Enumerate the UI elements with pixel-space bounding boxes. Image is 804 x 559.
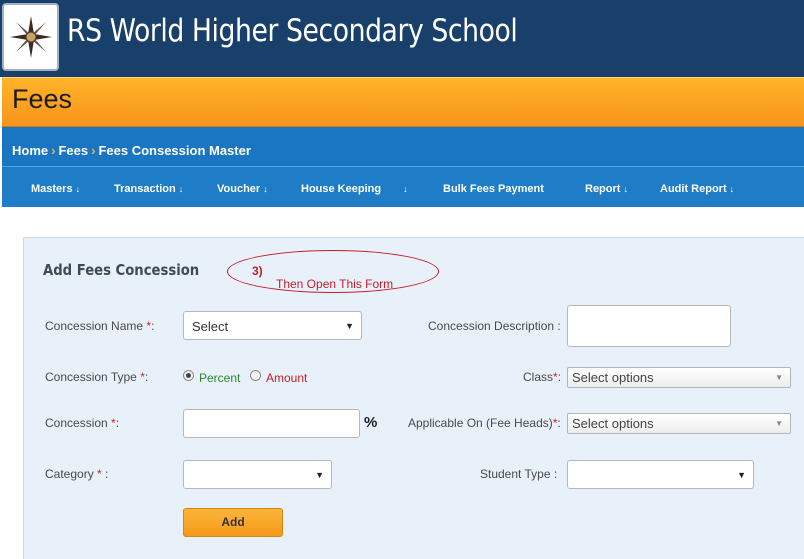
concession-type-label: Concession Type *:: [45, 370, 148, 384]
menu-label: House Keeping: [301, 183, 382, 195]
label-colon: :: [101, 467, 109, 481]
school-name: RS World Higher Secondary School: [67, 13, 518, 49]
label-colon: :: [557, 370, 562, 384]
school-header: RS World Higher Secondary School: [0, 0, 804, 77]
breadcrumb-current: Fees Consession Master: [98, 143, 251, 158]
menu-label: Voucher: [217, 183, 261, 195]
student-type-select[interactable]: ▼: [567, 460, 754, 489]
percent-radio[interactable]: [183, 370, 194, 381]
concession-input[interactable]: [183, 409, 360, 438]
module-title: Fees: [12, 84, 73, 114]
label-colon: :: [115, 416, 120, 430]
breadcrumb-home[interactable]: Home: [12, 143, 48, 158]
amount-radio-label[interactable]: Amount: [266, 371, 307, 385]
category-select[interactable]: ▼: [183, 460, 332, 489]
menu-voucher[interactable]: Voucher ↓: [217, 183, 268, 195]
select-value: Select: [192, 319, 229, 334]
student-type-label: Student Type :: [480, 467, 558, 481]
caret-down-icon: ↓: [623, 184, 628, 194]
compass-logo-icon: [9, 16, 52, 58]
add-button[interactable]: Add: [183, 508, 283, 537]
concession-label: Concession *:: [45, 416, 119, 430]
dropdown-arrow-icon: ▼: [315, 470, 324, 480]
menu-label: Transaction: [114, 183, 176, 195]
applicable-on-label: Applicable On (Fee Heads)*:: [408, 416, 561, 430]
amount-radio[interactable]: [250, 370, 261, 381]
multiselect-placeholder: Select options: [572, 370, 654, 385]
annotation-label: Then Open This Form: [276, 277, 394, 291]
label-colon: :: [144, 370, 149, 384]
menu-audit-report[interactable]: Audit Report ↓: [660, 183, 734, 195]
class-label: Class*:: [523, 370, 561, 384]
menu-bulk-fees-payment[interactable]: Bulk Fees Payment: [443, 183, 544, 195]
annotation-callout: 3) Then Open This Form: [227, 250, 439, 293]
label-text: Applicable On (Fee Heads): [408, 416, 553, 430]
caret-down-icon: ↓: [403, 184, 408, 194]
dropdown-arrow-icon: ▼: [775, 419, 783, 428]
dropdown-arrow-icon: ▼: [775, 373, 783, 382]
menu-label: Masters: [31, 183, 73, 195]
caret-down-icon: ↓: [729, 184, 735, 194]
breadcrumb-separator: ›: [51, 143, 56, 158]
concession-name-select[interactable]: Select ▼: [183, 311, 362, 340]
label-colon: :: [151, 319, 155, 333]
fee-heads-multiselect[interactable]: Select options ▼: [567, 413, 791, 434]
class-multiselect[interactable]: Select options ▼: [567, 367, 791, 388]
dropdown-arrow-icon: ▼: [345, 321, 354, 331]
concession-description-label: Concession Description :: [428, 319, 561, 333]
label-text: Concession Type: [45, 370, 137, 384]
label-text: Concession: [45, 416, 108, 430]
menu-masters[interactable]: Masters ↓: [31, 183, 80, 195]
label-text: Category: [45, 467, 94, 481]
menu-report[interactable]: Report ↓: [585, 183, 628, 195]
school-logo[interactable]: [2, 3, 59, 71]
page: RS World Higher Secondary School Fees Ho…: [0, 0, 804, 559]
menu-house-keeping[interactable]: House Keeping ↓: [301, 183, 408, 195]
navigation: Home › Fees › Fees Consession Master Masters…: [2, 127, 804, 207]
label-text: Class: [523, 370, 554, 384]
label-text: Concession Name: [45, 319, 144, 333]
category-label: Category * :: [45, 467, 108, 481]
main-menu: Masters ↓ Transaction ↓ Voucher ↓ House Kee…: [2, 167, 804, 207]
menu-transaction[interactable]: Transaction ↓: [114, 183, 183, 195]
percent-radio-label[interactable]: Percent: [199, 371, 240, 385]
breadcrumb-separator: ›: [91, 143, 96, 158]
annotation-text: 3) Then Open This Form: [252, 264, 393, 291]
label-colon: :: [557, 416, 561, 430]
caret-down-icon: ↓: [75, 184, 81, 194]
concession-name-label: Concession Name *:: [45, 319, 154, 333]
annotation-step: 3): [252, 264, 263, 278]
module-title-bar: Fees: [2, 77, 804, 127]
caret-down-icon: ↓: [178, 184, 184, 194]
menu-label: Report: [585, 183, 621, 195]
breadcrumb-fees[interactable]: Fees: [58, 143, 88, 158]
menu-label: Bulk Fees Payment: [443, 183, 544, 195]
dropdown-arrow-icon: ▼: [737, 470, 746, 480]
menu-label: Audit Report: [660, 183, 727, 195]
breadcrumb: Home › Fees › Fees Consession Master: [12, 143, 251, 158]
percent-unit: %: [364, 414, 378, 431]
form-title: Add Fees Concession: [43, 261, 200, 279]
caret-down-icon: ↓: [263, 184, 268, 194]
concession-description-input[interactable]: [567, 305, 731, 347]
multiselect-placeholder: Select options: [572, 416, 654, 431]
